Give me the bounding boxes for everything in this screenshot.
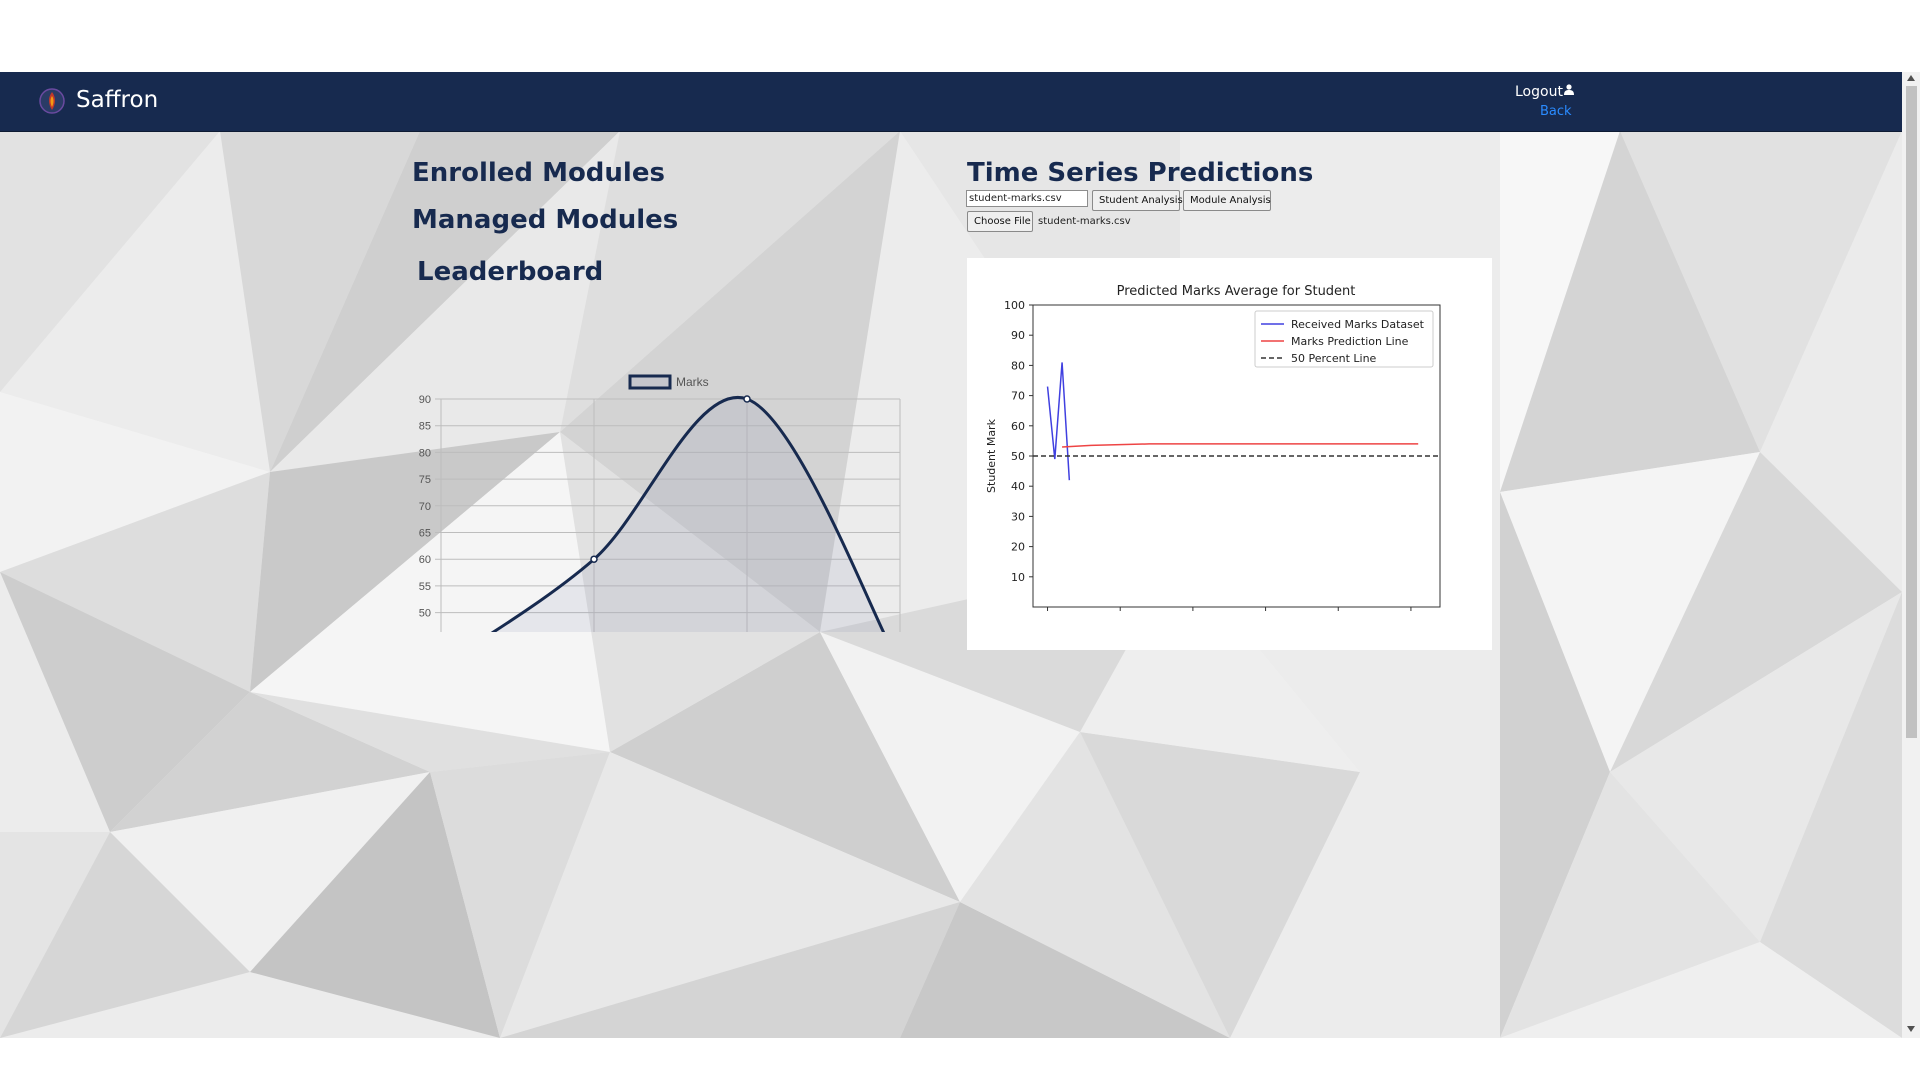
prediction-y-tick-label: 20 xyxy=(1011,541,1025,554)
scrollbar-thumb[interactable] xyxy=(1906,86,1917,738)
leaderboard-y-tick-label: 50 xyxy=(419,608,431,620)
leaderboard-legend-swatch xyxy=(628,374,672,390)
leaderboard-y-tick-label: 85 xyxy=(419,421,431,433)
prediction-y-tick-label: 10 xyxy=(1011,571,1025,584)
leaderboard-y-tick-label: 80 xyxy=(419,447,431,459)
student-analysis-button[interactable]: Student Analysis xyxy=(1092,190,1183,211)
leaderboard-y-tick-label: 65 xyxy=(419,528,431,540)
leaderboard-y-tick-label: 75 xyxy=(419,474,431,486)
leaderboard-y-tick-label: 70 xyxy=(419,501,431,513)
leaderboard-area-fill xyxy=(493,397,884,632)
time-series-predictions-heading: Time Series Predictions xyxy=(967,158,1314,188)
vertical-scrollbar[interactable] xyxy=(1902,72,1920,1038)
module-analysis-button[interactable]: Module Analysis xyxy=(1183,190,1271,211)
prediction-y-tick-label: 70 xyxy=(1011,390,1025,403)
prediction-chart-panel: Predicted Marks Average for Student 100 90… xyxy=(967,258,1492,650)
file-name-input[interactable] xyxy=(966,190,1088,207)
back-link[interactable]: Back xyxy=(1540,104,1572,119)
leaderboard-chart: 9085807570656055504540PlutoYouDaisy Duck… xyxy=(419,374,901,632)
prediction-y-tick-label: 100 xyxy=(1004,299,1025,312)
leaderboard-data-point xyxy=(743,395,751,403)
user-icon xyxy=(1563,84,1574,95)
prediction-y-tick-label: 80 xyxy=(1011,359,1025,372)
prediction-legend-label: 50 Percent Line xyxy=(1291,352,1377,365)
choose-file-button[interactable]: Choose File xyxy=(967,211,1033,232)
prediction-legend-label: Received Marks Dataset xyxy=(1291,318,1425,331)
logout-label[interactable]: Logout xyxy=(1515,84,1563,100)
leaderboard-y-tick-label: 60 xyxy=(419,554,431,566)
prediction-y-tick-label: 30 xyxy=(1011,510,1025,523)
prediction-y-tick-label: 90 xyxy=(1011,329,1025,342)
prediction-y-axis-label: Student Mark xyxy=(985,418,998,493)
prediction-chart-title: Predicted Marks Average for Student xyxy=(1117,284,1356,299)
browser-viewport: Saffron Logout Back Enrolled Modules Man… xyxy=(0,72,1920,1038)
prediction-legend-label: Marks Prediction Line xyxy=(1291,335,1409,348)
leaderboard-data-point xyxy=(590,555,598,563)
prediction-y-tick-label: 60 xyxy=(1011,420,1025,433)
prediction-y-tick-label: 40 xyxy=(1011,480,1025,493)
leaderboard-y-tick-label: 55 xyxy=(419,581,431,593)
prediction-chart: Predicted Marks Average for Student 100 90… xyxy=(985,284,1441,611)
scroll-down-arrow-icon[interactable] xyxy=(1907,1026,1915,1032)
prediction-y-tick-label: 50 xyxy=(1011,450,1025,463)
leaderboard-legend-label: Marks xyxy=(676,375,709,389)
chosen-file-name: student-marks.csv xyxy=(1038,216,1131,227)
logout-link[interactable]: Logout xyxy=(1515,84,1574,100)
leaderboard-y-tick-label: 90 xyxy=(419,394,431,406)
scroll-up-arrow-icon[interactable] xyxy=(1907,75,1915,81)
